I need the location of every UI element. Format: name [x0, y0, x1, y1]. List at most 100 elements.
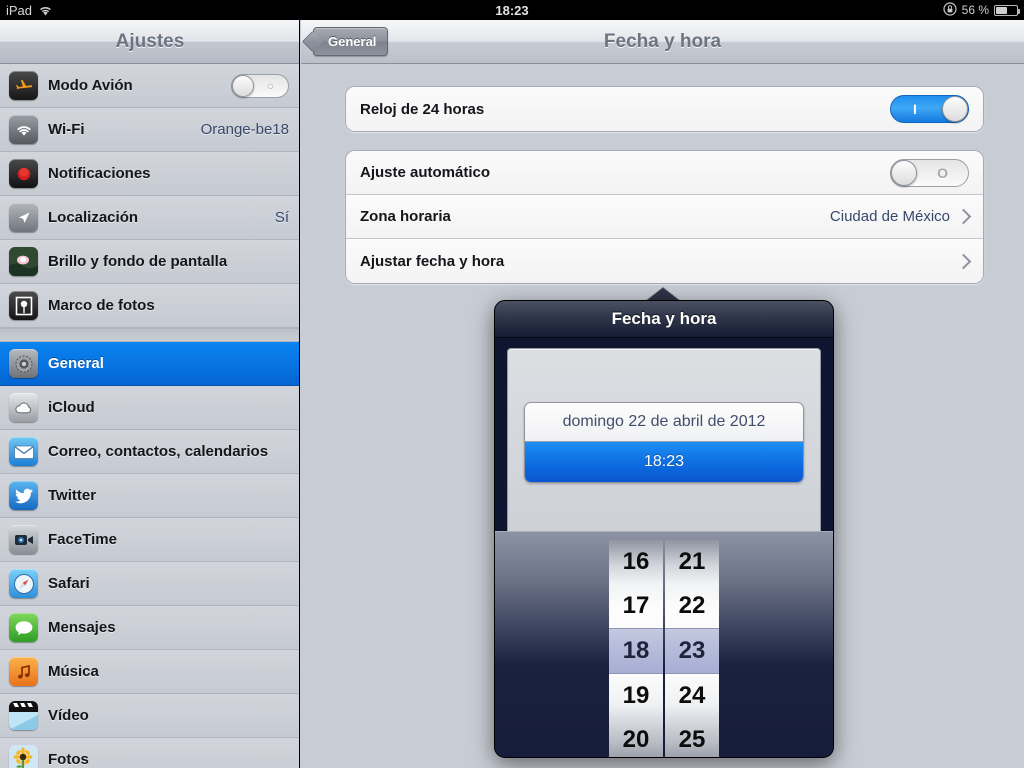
minute-wheel[interactable]: 21 22 23 24 25 — [665, 540, 719, 757]
sidebar-item-wifi[interactable]: Wi-Fi Orange-be18 — [0, 108, 299, 152]
sidebar-item-icloud[interactable]: iCloud — [0, 386, 299, 430]
sidebar-item-localizacion[interactable]: Localización Sí — [0, 196, 299, 240]
sidebar-item-notificaciones[interactable]: Notificaciones — [0, 152, 299, 196]
date-time-popover: Fecha y hora domingo 22 de abril de 2012… — [494, 300, 834, 758]
sidebar-item-label: Correo, contactos, calendarios — [48, 443, 269, 460]
picker-wheels: 16 17 18 19 20 21 22 23 24 25 — [609, 540, 719, 757]
video-icon — [9, 701, 38, 730]
picker-cell[interactable]: 19 — [609, 674, 663, 718]
picker-cell[interactable]: 20 — [609, 718, 663, 757]
picker-cell[interactable]: 22 — [665, 584, 719, 628]
wifi-network-value: Orange-be18 — [200, 121, 289, 138]
sidebar-item-label: Modo Avión — [48, 77, 133, 94]
popover-body: domingo 22 de abril de 2012 18:23 — [495, 338, 833, 536]
sidebar-item-marco-de-fotos[interactable]: Marco de fotos — [0, 284, 299, 328]
location-value: Sí — [274, 209, 289, 226]
sidebar-item-brillo[interactable]: Brillo y fondo de pantalla — [0, 240, 299, 284]
mail-icon — [9, 437, 38, 466]
sidebar-item-mensajes[interactable]: Mensajes — [0, 606, 299, 650]
sidebar-item-label: Localización — [48, 209, 139, 226]
wifi-settings-icon — [9, 115, 38, 144]
row-label: Ajustar fecha y hora — [360, 252, 505, 270]
picker-cell[interactable]: 17 — [609, 584, 663, 628]
chevron-right-icon — [955, 253, 972, 269]
picker-cell[interactable]: 25 — [665, 718, 719, 757]
location-icon — [9, 203, 38, 232]
row-ajustar-fecha-y-hora[interactable]: Ajustar fecha y hora — [346, 239, 983, 283]
sidebar-item-label: Brillo y fondo de pantalla — [48, 253, 228, 270]
rotation-lock-icon — [943, 1, 957, 19]
chevron-right-icon — [955, 208, 972, 225]
picker-cell-selected[interactable]: 23 — [665, 628, 719, 674]
sidebar-title: Ajustes — [115, 30, 185, 52]
sidebar-item-correo[interactable]: Correo, contactos, calendarios — [0, 430, 299, 474]
status-bar: iPad 18:23 56 % — [0, 0, 1024, 20]
sidebar-item-label: Vídeo — [48, 707, 89, 724]
sidebar-item-twitter[interactable]: Twitter — [0, 474, 299, 518]
sidebar-item-label: Twitter — [48, 487, 97, 504]
sidebar-item-label: Marco de fotos — [48, 297, 155, 314]
icloud-icon — [9, 393, 38, 422]
music-icon — [9, 657, 38, 686]
messages-icon — [9, 613, 38, 642]
settings-sidebar: Ajustes Modo Avión ○ Wi-Fi Orange-be18 N… — [0, 20, 300, 768]
sidebar-item-label: iCloud — [48, 399, 95, 416]
back-button[interactable]: General — [313, 27, 389, 56]
row-ajuste-automatico[interactable]: Ajuste automático O — [346, 151, 983, 195]
date-time-segmented-control[interactable]: domingo 22 de abril de 2012 18:23 — [524, 401, 804, 483]
sidebar-item-modo-avion[interactable]: Modo Avión ○ — [0, 64, 299, 108]
photos-icon — [9, 745, 38, 768]
switch-mark: O — [937, 164, 948, 181]
sidebar-group-separator — [0, 328, 299, 342]
switch-knob — [942, 96, 968, 122]
gear-icon — [9, 349, 38, 378]
sidebar-item-fotos[interactable]: Fotos — [0, 738, 299, 768]
switch-knob — [232, 74, 254, 97]
battery-percent: 56 % — [961, 3, 989, 17]
picker-cell[interactable]: 24 — [665, 674, 719, 718]
sidebar-item-label: Fotos — [48, 751, 89, 768]
switch-knob — [891, 159, 917, 186]
navigation-bar: General Fecha y hora — [301, 20, 1024, 64]
page-title: Fecha y hora — [603, 30, 722, 52]
sidebar-item-musica[interactable]: Música — [0, 650, 299, 694]
segment-date[interactable]: domingo 22 de abril de 2012 — [525, 402, 803, 442]
segment-time[interactable]: 18:23 — [525, 441, 803, 482]
row-label: Reloj de 24 horas — [360, 100, 485, 118]
notifications-icon — [9, 159, 38, 188]
time-picker[interactable]: 16 17 18 19 20 21 22 23 24 25 — [495, 531, 833, 757]
sidebar-item-label: Música — [48, 663, 99, 680]
reloj-24-horas-switch[interactable]: I — [890, 95, 969, 123]
picker-cell-selected[interactable]: 18 — [609, 628, 663, 674]
row-zona-horaria[interactable]: Zona horaria Ciudad de México — [346, 195, 983, 239]
sidebar-item-label: FaceTime — [48, 531, 117, 548]
sidebar-list[interactable]: Modo Avión ○ Wi-Fi Orange-be18 Notificac… — [0, 64, 299, 768]
sidebar-item-video[interactable]: Vídeo — [0, 694, 299, 738]
zona-horaria-value: Ciudad de México — [829, 208, 950, 225]
sidebar-item-label: Mensajes — [48, 619, 116, 636]
row-reloj-24-horas[interactable]: Reloj de 24 horas I — [346, 87, 983, 131]
sidebar-item-label: General — [48, 355, 104, 372]
sidebar-header: Ajustes — [0, 20, 299, 64]
popover-title: Fecha y hora — [495, 301, 833, 338]
brightness-wallpaper-icon — [9, 247, 38, 276]
picker-cell[interactable]: 21 — [665, 540, 719, 584]
ajuste-automatico-switch[interactable]: O — [890, 158, 969, 187]
popover-card: domingo 22 de abril de 2012 18:23 — [507, 348, 821, 536]
sidebar-item-general[interactable]: General — [0, 342, 299, 386]
safari-icon — [9, 569, 38, 598]
airplane-mode-switch[interactable]: ○ — [231, 73, 289, 98]
sidebar-item-facetime[interactable]: FaceTime — [0, 518, 299, 562]
twitter-icon — [9, 481, 38, 510]
sidebar-item-label: Wi-Fi — [48, 121, 85, 138]
sidebar-item-safari[interactable]: Safari — [0, 562, 299, 606]
settings-group-clock: Reloj de 24 horas I — [345, 86, 984, 132]
picker-cell[interactable]: 16 — [609, 540, 663, 584]
row-label: Ajuste automático — [360, 164, 491, 181]
hour-wheel[interactable]: 16 17 18 19 20 — [609, 540, 663, 757]
sidebar-item-label: Safari — [48, 575, 90, 592]
status-bar-time: 18:23 — [495, 2, 529, 18]
status-bar-right: 56 % — [943, 1, 1020, 19]
settings-group-datetime: Ajuste automático O Zona horaria Ciudad … — [345, 150, 984, 284]
switch-mark: I — [913, 101, 917, 117]
